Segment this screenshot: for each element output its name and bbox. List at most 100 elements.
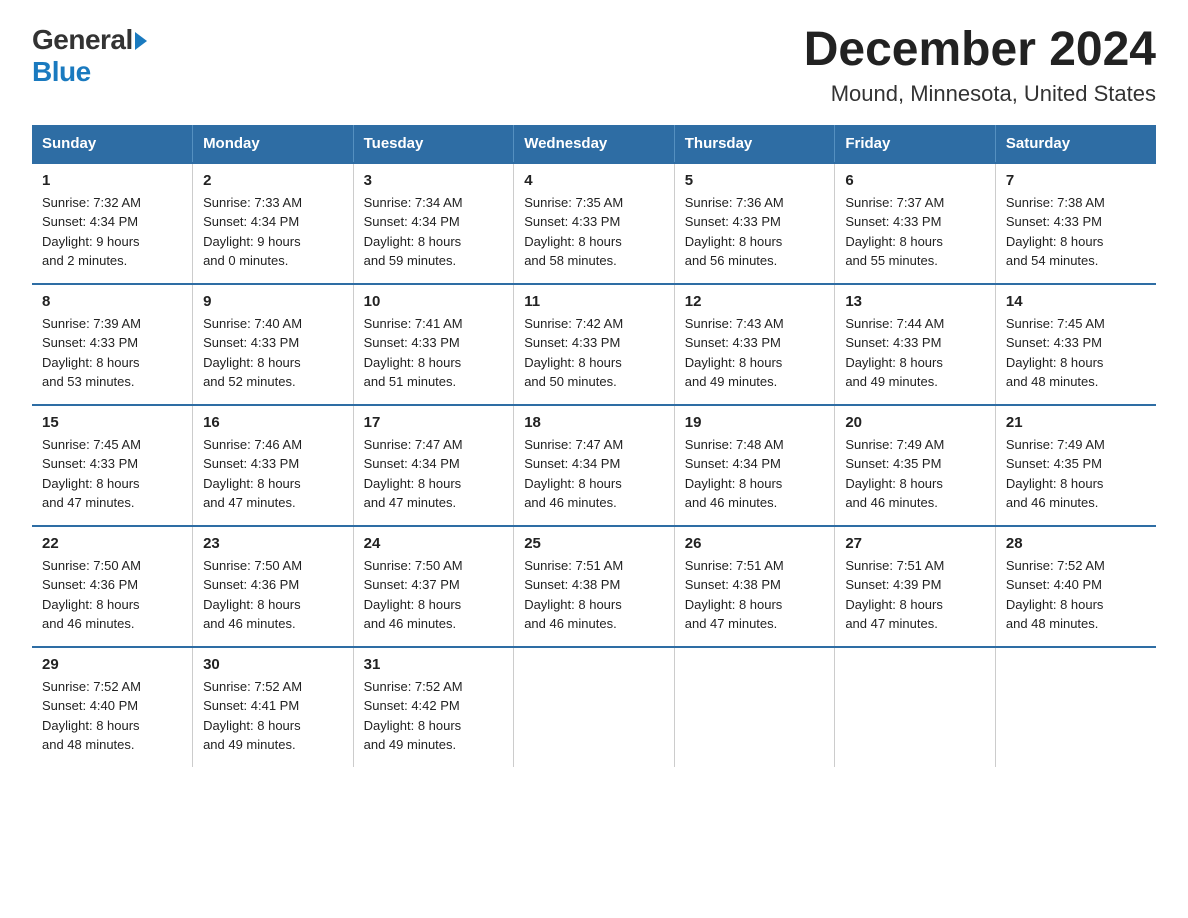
day-info: Sunrise: 7:51 AMSunset: 4:38 PMDaylight:… (524, 556, 664, 634)
day-number: 16 (203, 414, 343, 431)
day-number: 15 (42, 414, 182, 431)
day-number: 9 (203, 293, 343, 310)
day-number: 2 (203, 172, 343, 189)
day-info: Sunrise: 7:38 AMSunset: 4:33 PMDaylight:… (1006, 193, 1146, 271)
day-cell: 22 Sunrise: 7:50 AMSunset: 4:36 PMDayligh… (32, 526, 193, 647)
day-header-friday: Friday (835, 125, 996, 163)
day-number: 8 (42, 293, 182, 310)
day-info: Sunrise: 7:52 AMSunset: 4:42 PMDaylight:… (364, 677, 504, 755)
day-number: 27 (845, 535, 985, 552)
day-cell: 23 Sunrise: 7:50 AMSunset: 4:36 PMDayligh… (193, 526, 354, 647)
week-row-1: 1Sunrise: 7:32 AMSunset: 4:34 PMDaylight… (32, 163, 1156, 284)
calendar-title: December 2024 (804, 24, 1156, 77)
logo: General Blue (32, 24, 147, 88)
day-number: 18 (524, 414, 664, 431)
day-cell: 9 Sunrise: 7:40 AMSunset: 4:33 PMDaylight… (193, 284, 354, 405)
day-cell: 2 Sunrise: 7:33 AMSunset: 4:34 PMDaylight… (193, 163, 354, 284)
day-info: Sunrise: 7:33 AMSunset: 4:34 PMDaylight:… (203, 193, 343, 271)
day-info: Sunrise: 7:39 AMSunset: 4:33 PMDaylight:… (42, 314, 182, 392)
logo-chevron-icon (135, 32, 147, 50)
day-cell (514, 647, 675, 767)
day-info: Sunrise: 7:45 AMSunset: 4:33 PMDaylight:… (42, 435, 182, 513)
day-cell: 3Sunrise: 7:34 AMSunset: 4:34 PMDaylight… (353, 163, 514, 284)
day-info: Sunrise: 7:43 AMSunset: 4:33 PMDaylight:… (685, 314, 825, 392)
day-info: Sunrise: 7:40 AMSunset: 4:33 PMDaylight:… (203, 314, 343, 392)
day-info: Sunrise: 7:42 AMSunset: 4:33 PMDaylight:… (524, 314, 664, 392)
day-cell: 7 Sunrise: 7:38 AMSunset: 4:33 PMDaylight… (995, 163, 1156, 284)
day-info: Sunrise: 7:47 AMSunset: 4:34 PMDaylight:… (364, 435, 504, 513)
day-cell: 11 Sunrise: 7:42 AMSunset: 4:33 PMDayligh… (514, 284, 675, 405)
day-number: 30 (203, 656, 343, 673)
day-number: 25 (524, 535, 664, 552)
day-cell: 26Sunrise: 7:51 AMSunset: 4:38 PMDayligh… (674, 526, 835, 647)
day-info: Sunrise: 7:36 AMSunset: 4:33 PMDaylight:… (685, 193, 825, 271)
day-number: 17 (364, 414, 504, 431)
title-block: December 2024 Mound, Minnesota, United S… (804, 24, 1156, 107)
day-info: Sunrise: 7:37 AMSunset: 4:33 PMDaylight:… (845, 193, 985, 271)
day-header-tuesday: Tuesday (353, 125, 514, 163)
day-number: 24 (364, 535, 504, 552)
day-header-saturday: Saturday (995, 125, 1156, 163)
week-row-4: 22 Sunrise: 7:50 AMSunset: 4:36 PMDayligh… (32, 526, 1156, 647)
day-info: Sunrise: 7:46 AMSunset: 4:33 PMDaylight:… (203, 435, 343, 513)
day-number: 1 (42, 172, 182, 189)
day-header-wednesday: Wednesday (514, 125, 675, 163)
logo-blue-text: Blue (32, 56, 91, 87)
day-info: Sunrise: 7:52 AMSunset: 4:40 PMDaylight:… (42, 677, 182, 755)
day-info: Sunrise: 7:52 AMSunset: 4:41 PMDaylight:… (203, 677, 343, 755)
day-cell: 8 Sunrise: 7:39 AMSunset: 4:33 PMDaylight… (32, 284, 193, 405)
day-cell: 5 Sunrise: 7:36 AMSunset: 4:33 PMDaylight… (674, 163, 835, 284)
week-row-2: 8 Sunrise: 7:39 AMSunset: 4:33 PMDaylight… (32, 284, 1156, 405)
day-number: 5 (685, 172, 825, 189)
day-info: Sunrise: 7:51 AMSunset: 4:38 PMDaylight:… (685, 556, 825, 634)
day-number: 4 (524, 172, 664, 189)
day-number: 28 (1006, 535, 1146, 552)
calendar-table: SundayMondayTuesdayWednesdayThursdayFrid… (32, 125, 1156, 767)
day-header-thursday: Thursday (674, 125, 835, 163)
day-info: Sunrise: 7:47 AMSunset: 4:34 PMDaylight:… (524, 435, 664, 513)
day-cell: 27 Sunrise: 7:51 AMSunset: 4:39 PMDayligh… (835, 526, 996, 647)
day-cell: 19 Sunrise: 7:48 AMSunset: 4:34 PMDayligh… (674, 405, 835, 526)
day-header-monday: Monday (193, 125, 354, 163)
day-number: 31 (364, 656, 504, 673)
day-cell: 29 Sunrise: 7:52 AMSunset: 4:40 PMDayligh… (32, 647, 193, 767)
day-number: 7 (1006, 172, 1146, 189)
day-cell: 21Sunrise: 7:49 AMSunset: 4:35 PMDayligh… (995, 405, 1156, 526)
day-cell: 16 Sunrise: 7:46 AMSunset: 4:33 PMDayligh… (193, 405, 354, 526)
day-info: Sunrise: 7:52 AMSunset: 4:40 PMDaylight:… (1006, 556, 1146, 634)
day-info: Sunrise: 7:35 AMSunset: 4:33 PMDaylight:… (524, 193, 664, 271)
day-number: 11 (524, 293, 664, 310)
calendar-subtitle: Mound, Minnesota, United States (804, 81, 1156, 107)
day-cell: 4 Sunrise: 7:35 AMSunset: 4:33 PMDaylight… (514, 163, 675, 284)
day-info: Sunrise: 7:49 AMSunset: 4:35 PMDaylight:… (1006, 435, 1146, 513)
day-info: Sunrise: 7:49 AMSunset: 4:35 PMDaylight:… (845, 435, 985, 513)
day-number: 19 (685, 414, 825, 431)
day-cell: 18 Sunrise: 7:47 AMSunset: 4:34 PMDayligh… (514, 405, 675, 526)
day-cell: 24Sunrise: 7:50 AMSunset: 4:37 PMDayligh… (353, 526, 514, 647)
day-header-sunday: Sunday (32, 125, 193, 163)
day-cell: 17 Sunrise: 7:47 AMSunset: 4:34 PMDayligh… (353, 405, 514, 526)
day-cell (674, 647, 835, 767)
day-number: 23 (203, 535, 343, 552)
week-row-5: 29 Sunrise: 7:52 AMSunset: 4:40 PMDayligh… (32, 647, 1156, 767)
day-info: Sunrise: 7:48 AMSunset: 4:34 PMDaylight:… (685, 435, 825, 513)
day-cell: 30 Sunrise: 7:52 AMSunset: 4:41 PMDayligh… (193, 647, 354, 767)
day-number: 20 (845, 414, 985, 431)
day-number: 13 (845, 293, 985, 310)
day-number: 14 (1006, 293, 1146, 310)
day-cell: 25 Sunrise: 7:51 AMSunset: 4:38 PMDayligh… (514, 526, 675, 647)
logo-general-text: General (32, 24, 133, 56)
day-number: 29 (42, 656, 182, 673)
day-info: Sunrise: 7:50 AMSunset: 4:36 PMDaylight:… (203, 556, 343, 634)
day-number: 12 (685, 293, 825, 310)
day-info: Sunrise: 7:45 AMSunset: 4:33 PMDaylight:… (1006, 314, 1146, 392)
day-cell: 1Sunrise: 7:32 AMSunset: 4:34 PMDaylight… (32, 163, 193, 284)
day-cell: 6Sunrise: 7:37 AMSunset: 4:33 PMDaylight… (835, 163, 996, 284)
day-number: 22 (42, 535, 182, 552)
day-info: Sunrise: 7:50 AMSunset: 4:36 PMDaylight:… (42, 556, 182, 634)
day-info: Sunrise: 7:51 AMSunset: 4:39 PMDaylight:… (845, 556, 985, 634)
day-cell: 12 Sunrise: 7:43 AMSunset: 4:33 PMDayligh… (674, 284, 835, 405)
day-info: Sunrise: 7:41 AMSunset: 4:33 PMDaylight:… (364, 314, 504, 392)
day-cell: 10Sunrise: 7:41 AMSunset: 4:33 PMDayligh… (353, 284, 514, 405)
day-cell: 28 Sunrise: 7:52 AMSunset: 4:40 PMDayligh… (995, 526, 1156, 647)
